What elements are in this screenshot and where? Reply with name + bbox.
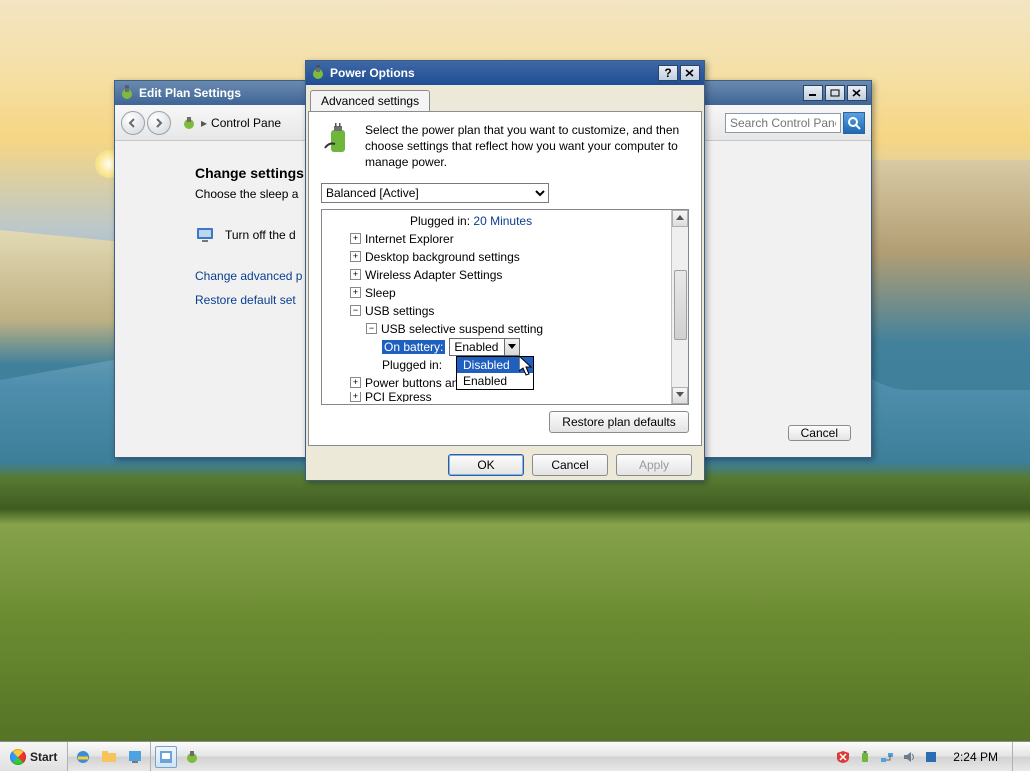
close-button[interactable] bbox=[847, 85, 867, 101]
tree-item-sleep[interactable]: + Sleep bbox=[322, 284, 671, 302]
back-button[interactable] bbox=[121, 111, 145, 135]
tree-item-plugged-in-20min[interactable]: Plugged in: 20 Minutes bbox=[322, 212, 671, 230]
settings-tree: Plugged in: 20 Minutes + Internet Explor… bbox=[321, 209, 689, 405]
tab-advanced-settings[interactable]: Advanced settings bbox=[310, 90, 430, 112]
plugged-in-dropdown[interactable]: Disabled Enabled bbox=[456, 356, 534, 390]
task-power-options[interactable] bbox=[181, 746, 203, 768]
restore-row: Restore plan defaults bbox=[321, 411, 689, 433]
scroll-down-button[interactable] bbox=[672, 387, 688, 404]
chevron-down-icon[interactable] bbox=[504, 339, 519, 355]
on-battery-combo[interactable]: Enabled bbox=[449, 338, 520, 356]
search-input[interactable] bbox=[725, 113, 841, 133]
edit-window-buttons: Cancel bbox=[788, 423, 851, 443]
cancel-button[interactable]: Cancel bbox=[532, 454, 608, 476]
search-button[interactable] bbox=[843, 112, 865, 134]
expand-icon[interactable]: + bbox=[350, 251, 361, 262]
tray-app-icon[interactable] bbox=[923, 749, 939, 765]
close-button[interactable] bbox=[680, 65, 700, 81]
start-label: Start bbox=[30, 750, 57, 764]
desktop: Edit Plan Settings ▸ Control Pane bbox=[0, 0, 1030, 771]
minimize-button[interactable] bbox=[803, 85, 823, 101]
collapse-icon[interactable]: − bbox=[366, 323, 377, 334]
intro-text: Select the power plan that you want to c… bbox=[365, 122, 689, 171]
quick-launch bbox=[68, 742, 151, 771]
task-buttons bbox=[151, 742, 207, 771]
dropdown-option-disabled[interactable]: Disabled bbox=[457, 357, 533, 373]
tree-item-desktop-background[interactable]: + Desktop background settings bbox=[322, 248, 671, 266]
tree-item-usb-selective-suspend[interactable]: − USB selective suspend setting bbox=[322, 320, 671, 338]
breadcrumb-item[interactable]: Control Pane bbox=[211, 116, 281, 130]
expand-icon[interactable]: + bbox=[350, 287, 361, 298]
explorer-icon[interactable] bbox=[98, 746, 120, 768]
power-options-title: Power Options bbox=[330, 66, 656, 80]
taskbar: Start bbox=[0, 741, 1030, 771]
expand-icon[interactable]: + bbox=[350, 269, 361, 280]
restore-plan-defaults-button[interactable]: Restore plan defaults bbox=[549, 411, 689, 433]
network-tray-icon[interactable] bbox=[879, 749, 895, 765]
plan-select[interactable]: Balanced [Active] bbox=[321, 183, 549, 203]
expand-icon[interactable]: + bbox=[350, 377, 361, 388]
power-plan-icon bbox=[119, 85, 135, 101]
tab-page: Select the power plan that you want to c… bbox=[308, 111, 702, 446]
power-options-dialog: Power Options ? Advanced settings bbox=[305, 60, 705, 481]
help-button[interactable]: ? bbox=[658, 65, 678, 81]
tab-strip: Advanced settings bbox=[308, 87, 702, 111]
tree-item-usb-settings[interactable]: − USB settings bbox=[322, 302, 671, 320]
scroll-thumb[interactable] bbox=[674, 270, 687, 340]
power-options-body: Advanced settings Select the power plan … bbox=[306, 85, 704, 480]
scroll-up-button[interactable] bbox=[672, 210, 688, 227]
expand-icon[interactable]: + bbox=[350, 392, 361, 402]
windows-logo-icon bbox=[10, 749, 26, 765]
task-edit-plan-settings[interactable] bbox=[155, 746, 177, 768]
maximize-button[interactable] bbox=[825, 85, 845, 101]
breadcrumb[interactable]: ▸ Control Pane bbox=[181, 115, 281, 131]
tree-scrollbar[interactable] bbox=[671, 210, 688, 404]
dropdown-option-enabled[interactable]: Enabled bbox=[457, 373, 533, 389]
clock[interactable]: 2:24 PM bbox=[945, 750, 1006, 764]
power-plan-icon bbox=[181, 115, 197, 131]
tree-label: Plugged in: 20 Minutes bbox=[410, 214, 532, 228]
search-box bbox=[725, 112, 865, 134]
forward-button[interactable] bbox=[147, 111, 171, 135]
show-desktop-icon[interactable] bbox=[124, 746, 146, 768]
cancel-button[interactable]: Cancel bbox=[788, 425, 851, 441]
tree-item-wireless-adapter[interactable]: + Wireless Adapter Settings bbox=[322, 266, 671, 284]
power-tray-icon[interactable] bbox=[857, 749, 873, 765]
dialog-buttons: OK Cancel Apply bbox=[308, 446, 702, 484]
system-tray: 2:24 PM bbox=[829, 742, 1030, 771]
intro-row: Select the power plan that you want to c… bbox=[321, 122, 689, 171]
ok-button[interactable]: OK bbox=[448, 454, 524, 476]
shield-alert-icon[interactable] bbox=[835, 749, 851, 765]
show-desktop-button[interactable] bbox=[1012, 742, 1024, 771]
power-options-titlebar[interactable]: Power Options ? bbox=[306, 61, 704, 85]
battery-plug-icon bbox=[321, 122, 355, 156]
display-off-label: Turn off the d bbox=[225, 228, 296, 242]
collapse-icon[interactable]: − bbox=[350, 305, 361, 316]
power-plan-icon bbox=[310, 65, 326, 81]
tree-item-on-battery[interactable]: On battery: Enabled bbox=[322, 338, 671, 356]
volume-tray-icon[interactable] bbox=[901, 749, 917, 765]
apply-button[interactable]: Apply bbox=[616, 454, 692, 476]
expand-icon[interactable]: + bbox=[350, 233, 361, 244]
monitor-icon bbox=[195, 225, 215, 245]
ie-icon[interactable] bbox=[72, 746, 94, 768]
tree-item-internet-explorer[interactable]: + Internet Explorer bbox=[322, 230, 671, 248]
chevron-right-icon: ▸ bbox=[201, 116, 207, 130]
search-icon bbox=[847, 116, 861, 130]
tree-item-pci-express[interactable]: + PCI Express bbox=[322, 392, 671, 402]
start-button[interactable]: Start bbox=[0, 742, 68, 771]
